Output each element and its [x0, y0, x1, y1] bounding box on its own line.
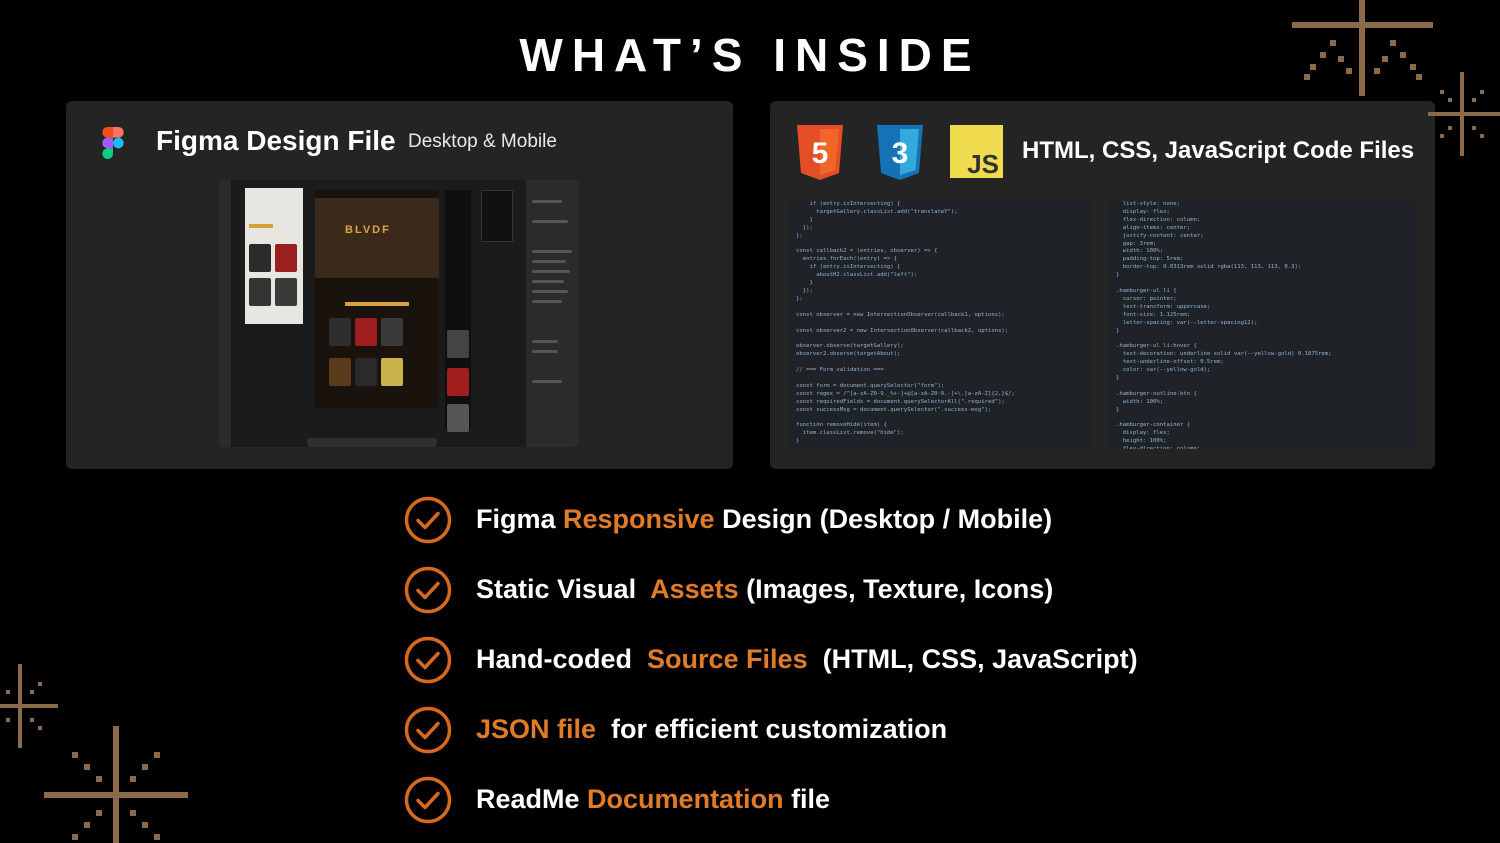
css-code-text: list-style: none; display: flex; flex-di…	[1116, 201, 1332, 449]
figma-toolbar	[307, 438, 437, 447]
js-code-panel: if (entry.isIntersecting) { targetGaller…	[788, 201, 1093, 449]
mobile-frame-dark	[445, 190, 471, 432]
check-circle-icon	[404, 566, 452, 614]
figma-screenshot: BLVDF	[219, 180, 579, 447]
figma-card-title: Figma Design File	[156, 125, 396, 156]
sparkle-icon	[1428, 72, 1500, 156]
mock-hero: BLVDF	[315, 198, 439, 278]
mobile-frame	[245, 188, 303, 324]
page-title: WHAT’S INSIDE	[519, 29, 981, 81]
figma-right-panel	[526, 180, 579, 447]
feature-text: JSON file for efficient customization	[476, 714, 947, 745]
mobile-menu-frame	[481, 190, 513, 242]
figma-logo-icon	[102, 127, 124, 159]
feature-text: ReadMe Documentation file	[476, 784, 830, 815]
feature-text-part: ReadMe	[476, 784, 588, 814]
check-circle-icon	[404, 776, 452, 824]
svg-text:3: 3	[892, 137, 909, 170]
check-circle-icon	[404, 706, 452, 754]
feature-text-part: (Images, Texture, Icons)	[738, 574, 1054, 604]
mock-hero-text: BLVDF	[345, 224, 391, 236]
feature-item: Hand-coded Source Files (HTML, CSS, Java…	[404, 636, 1404, 684]
svg-text:JS: JS	[967, 149, 999, 178]
css-code-panel: list-style: none; display: flex; flex-di…	[1108, 201, 1415, 449]
feature-text-part: file	[783, 784, 831, 814]
js-code-text: if (entry.isIntersecting) { targetGaller…	[796, 201, 1015, 445]
sparkle-icon	[44, 726, 188, 843]
figma-card: Figma Design File Desktop & Mobile BLVDF	[66, 101, 733, 469]
feature-text-part: Static Visual	[476, 574, 651, 604]
feature-highlight: Responsive	[563, 504, 715, 534]
check-circle-icon	[404, 636, 452, 684]
feature-text-part: (HTML, CSS, JavaScript)	[807, 644, 1138, 674]
feature-highlight: Documentation	[587, 784, 784, 814]
feature-item: Static Visual Assets (Images, Texture, I…	[404, 566, 1404, 614]
feature-item: JSON file for efficient customization	[404, 706, 1404, 754]
feature-text: Hand-coded Source Files (HTML, CSS, Java…	[476, 644, 1138, 675]
feature-text-part: Hand-coded	[476, 644, 648, 674]
feature-text-part: Design (Desktop / Mobile)	[714, 504, 1053, 534]
desktop-frame: BLVDF	[315, 190, 439, 408]
svg-text:5: 5	[812, 137, 829, 170]
feature-text-part: for efficient customization	[596, 714, 948, 744]
css3-icon: 3	[877, 125, 923, 180]
figma-card-subtitle: Desktop & Mobile	[408, 131, 557, 152]
feature-text-part: Figma	[476, 504, 564, 534]
feature-text: Figma Responsive Design (Desktop / Mobil…	[476, 504, 1052, 535]
feature-text: Static Visual Assets (Images, Texture, I…	[476, 574, 1053, 605]
code-card: 5 3 JS HTML, CSS, JavaScript Code Files …	[770, 101, 1435, 469]
code-card-title: HTML, CSS, JavaScript Code Files	[1022, 137, 1415, 164]
html5-icon: 5	[797, 125, 843, 180]
javascript-icon: JS	[950, 125, 1003, 178]
check-circle-icon	[404, 496, 452, 544]
feature-highlight: JSON file	[476, 714, 597, 744]
feature-item: ReadMe Documentation file	[404, 776, 1404, 824]
feature-highlight: Source Files	[647, 644, 808, 674]
feature-item: Figma Responsive Design (Desktop / Mobil…	[404, 496, 1404, 544]
feature-highlight: Assets	[650, 574, 739, 604]
sparkle-icon	[1292, 0, 1433, 96]
figma-left-panel	[219, 180, 231, 447]
